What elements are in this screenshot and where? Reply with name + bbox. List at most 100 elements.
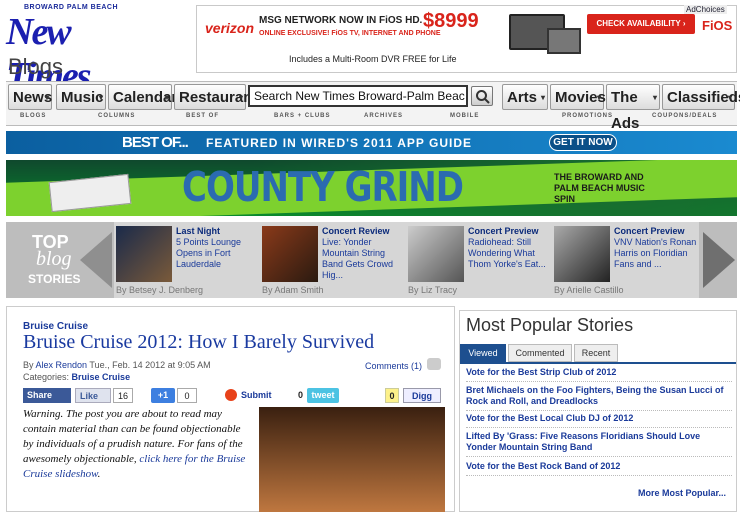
comments-link[interactable]: Comments (1) xyxy=(365,361,422,371)
article: Bruise Cruise Bruise Cruise 2012: How I … xyxy=(6,306,455,512)
submit-button[interactable]: Submit xyxy=(241,388,281,403)
story-thumbnail xyxy=(262,226,318,282)
subnav-columns[interactable]: COLUMNS xyxy=(98,113,135,123)
story-title[interactable]: Live: Yonder Mountain String Band Gets C… xyxy=(322,237,406,281)
popular-item[interactable]: Vote for the Best Strip Club of 2012 xyxy=(466,367,732,382)
top-story-2[interactable]: Concert Review Live: Yonder Mountain Str… xyxy=(262,226,404,296)
county-grind-title: COUNTY GRIND xyxy=(182,164,464,212)
fios-logo: FiOS xyxy=(702,18,733,33)
comment-bubble-icon[interactable] xyxy=(427,358,441,370)
tab-recent[interactable]: Recent xyxy=(574,344,618,362)
top-story-3[interactable]: Concert Preview Radiohead: Still Wonderi… xyxy=(408,226,550,296)
story-byline: By Arielle Castillo xyxy=(554,285,624,295)
search-icon xyxy=(476,90,490,104)
search-button[interactable] xyxy=(471,86,493,106)
facebook-share-button[interactable]: Share xyxy=(23,388,71,403)
share-bar: Share Like 16 +1 0 Submit 0 tweet 0 Digg xyxy=(23,388,443,404)
ad-headline: MSG NETWORK NOW IN FiOS HD. xyxy=(259,15,423,26)
tab-commented[interactable]: Commented xyxy=(508,344,572,362)
article-date: Tue., Feb. 14 2012 at 9:05 AM xyxy=(89,360,211,370)
chevron-down-icon: ▾ xyxy=(652,93,657,102)
google-plus-one-button[interactable]: +1 xyxy=(151,388,175,403)
search-input[interactable]: Search New Times Broward-Palm Beac xyxy=(248,85,468,107)
story-title[interactable]: 5 Points Lounge Opens in Fort Lauderdale xyxy=(176,237,260,270)
county-grind-tagline: THE BROWARD AND PALM BEACH MUSIC SPIN xyxy=(554,172,645,204)
chevron-down-icon: ▾ xyxy=(44,93,49,102)
popular-item[interactable]: Bret Michaels on the Foo Fighters, Being… xyxy=(466,385,732,411)
subnav-blogs[interactable]: BLOGS xyxy=(20,113,46,123)
chevron-down-icon: ▾ xyxy=(164,93,169,102)
ad-dvr-text: Includes a Multi-Room DVR FREE for Life xyxy=(289,54,457,64)
top-story-4[interactable]: Concert Preview VNV Nation's Ronan Harri… xyxy=(554,226,696,296)
story-title[interactable]: VNV Nation's Ronan Harris on Floridian F… xyxy=(614,237,698,270)
section-title: Blogs xyxy=(8,54,64,79)
story-kicker: Concert Preview xyxy=(614,226,685,236)
story-kicker: Concert Preview xyxy=(468,226,539,236)
story-kicker: Concert Review xyxy=(322,226,390,236)
story-kicker: Last Night xyxy=(176,226,220,236)
stumbleupon-icon[interactable] xyxy=(225,389,237,401)
top-story-1[interactable]: Last Night 5 Points Lounge Opens in Fort… xyxy=(116,226,258,296)
subnav-bars-clubs[interactable]: BARS + CLUBS xyxy=(274,113,331,123)
more-most-popular-link[interactable]: More Most Popular... xyxy=(638,488,726,498)
nav-music[interactable]: Music ▾ xyxy=(56,84,106,110)
article-body: Warning. The post you are about to read … xyxy=(23,408,246,480)
chevron-down-icon: ▾ xyxy=(540,93,545,102)
story-byline: By Liz Tracy xyxy=(408,285,458,295)
most-popular-widget: Most Popular Stories Viewed Commented Re… xyxy=(459,310,737,512)
article-title[interactable]: Bruise Cruise 2012: How I Barely Survive… xyxy=(23,331,374,354)
ad-price: $8999 xyxy=(423,10,479,32)
popular-item[interactable]: Vote for the Best Rock Band of 2012 xyxy=(466,461,732,476)
tweet-button[interactable]: tweet xyxy=(307,388,339,403)
subnav-coupons-deals[interactable]: COUPONS/DEALS xyxy=(652,113,717,123)
nav-news[interactable]: News ▾ xyxy=(8,84,52,110)
ad-brand: verizon xyxy=(205,20,255,36)
chevron-down-icon: ▾ xyxy=(727,93,732,102)
popular-item[interactable]: Lifted By 'Grass: Five Reasons Floridian… xyxy=(466,431,732,457)
best-of-text: FEATURED IN WIRED'S 2011 APP GUIDE xyxy=(206,136,473,150)
main-nav: News ▾ Music ▾ Calendar ▾ Restaurants ▾ Sear… xyxy=(6,81,740,132)
subnav-archives[interactable]: ARCHIVES xyxy=(364,113,403,123)
story-thumbnail xyxy=(116,226,172,282)
subnav-promotions[interactable]: PROMOTIONS xyxy=(562,113,613,123)
like-count: 16 xyxy=(113,388,133,403)
author-link[interactable]: Alex Rendon xyxy=(36,360,88,370)
story-title[interactable]: Radiohead: Still Wondering What Thom Yor… xyxy=(468,237,552,270)
check-availability-button[interactable]: CHECK AVAILABILITY › xyxy=(587,14,695,34)
story-thumbnail xyxy=(554,226,610,282)
story-byline: By Betsey J. Denberg xyxy=(116,285,204,295)
category-link[interactable]: Bruise Cruise xyxy=(72,372,131,382)
best-of-logo: BEST OF... xyxy=(122,134,189,151)
nav-restaurants[interactable]: Restaurants ▾ xyxy=(174,84,266,110)
best-of-app-banner[interactable]: BEST OF... FEATURED IN WIRED'S 2011 APP … xyxy=(6,131,737,154)
facebook-like-button[interactable]: Like xyxy=(75,388,111,403)
next-arrow-icon[interactable] xyxy=(699,222,737,298)
county-grind-banner[interactable]: COUNTY GRIND THE BROWARD AND PALM BEACH … xyxy=(6,160,737,216)
popular-item[interactable]: Vote for the Best Local Club DJ of 2012 xyxy=(466,413,732,428)
subnav-best-of[interactable]: BEST OF xyxy=(186,113,219,123)
prev-arrow-icon[interactable] xyxy=(80,232,112,288)
tab-underline xyxy=(460,362,736,364)
get-it-now-button[interactable]: GET IT NOW xyxy=(549,134,617,151)
nav-calendar[interactable]: Calendar ▾ xyxy=(108,84,177,110)
digg-button[interactable]: Digg xyxy=(403,388,441,403)
site-logo[interactable]: BROWARD PALM BEACH New Times Blogs xyxy=(6,4,156,97)
nav-classifieds[interactable]: Classifieds ▾ xyxy=(662,84,740,110)
subnav-mobile[interactable]: MOBILE xyxy=(450,113,479,123)
chevron-down-icon: ▾ xyxy=(98,93,103,102)
article-byline: By Alex Rendon Tue., Feb. 14 2012 at 9:0… xyxy=(23,360,211,370)
story-byline: By Adam Smith xyxy=(262,285,324,295)
tweet-count: 0 xyxy=(297,390,303,400)
nav-movies[interactable]: Movies ▾ xyxy=(550,84,606,110)
most-popular-heading: Most Popular Stories xyxy=(466,315,634,335)
article-photo[interactable] xyxy=(259,407,445,512)
top-blog-stories: TOP blog STORIES Last Night 5 Points Lou… xyxy=(6,222,737,298)
adchoices-link[interactable]: AdChoices xyxy=(684,5,727,14)
nav-arts[interactable]: Arts ▾ xyxy=(502,84,548,110)
tab-viewed[interactable]: Viewed xyxy=(460,344,506,362)
nav-the-ads[interactable]: The Ads ▾ xyxy=(606,84,660,132)
digg-count: 0 xyxy=(385,388,399,403)
chevron-down-icon: ▾ xyxy=(596,93,601,102)
fios-ad-banner[interactable]: verizon MSG NETWORK NOW IN FiOS HD. ONLI… xyxy=(196,5,737,73)
laptop-image xyxy=(547,28,581,54)
